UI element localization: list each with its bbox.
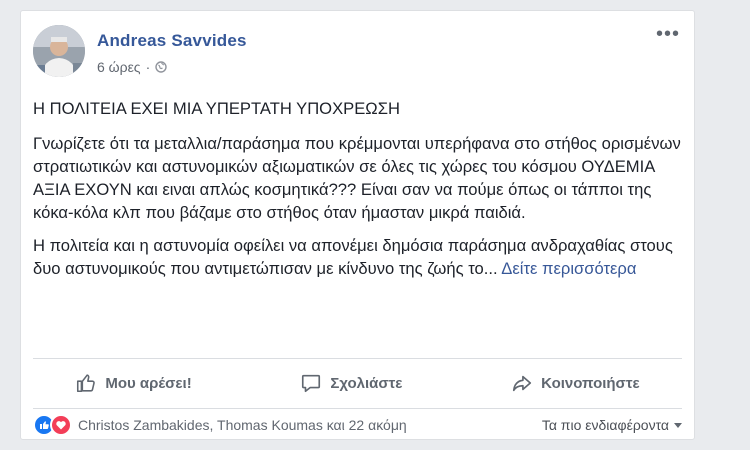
post-timestamp[interactable]: 6 ώρες — [97, 59, 141, 75]
reaction-icons[interactable] — [33, 414, 72, 436]
like-button-label: Μου αρέσει! — [105, 374, 192, 392]
divider — [33, 358, 682, 359]
more-options-icon[interactable]: ••• — [656, 24, 680, 44]
meta-separator: · — [145, 59, 151, 75]
post-actions: Μου αρέσει! Σχολιάστε Κοινοποιήστε — [21, 361, 694, 405]
post-title: Η ΠΟΛΙΤΕΙΑ ΕΧΕΙ ΜΙΑ ΥΠΕΡΤΑΤΗ ΥΠΟΧΡΕΩΣΗ — [33, 99, 400, 118]
divider — [33, 408, 682, 409]
caret-down-icon — [674, 422, 682, 428]
share-arrow-icon — [513, 375, 532, 392]
comment-sort-label: Τα πιο ενδιαφέροντα — [541, 417, 669, 433]
avatar[interactable] — [33, 25, 85, 77]
comment-button[interactable]: Σχολιάστε — [288, 366, 414, 400]
like-thumb-icon — [77, 374, 96, 393]
post-paragraph-1: Γνωρίζετε ότι τα μεταλλια/παράσημα που κ… — [33, 134, 681, 222]
author-name[interactable]: Andreas Savvides — [97, 31, 247, 51]
see-more-link[interactable]: Δείτε περισσότερα — [501, 259, 636, 278]
post-card: Andreas Savvides 6 ώρες · ••• Η ΠΟΛΙΤΕΙΑ… — [20, 10, 695, 440]
like-button[interactable]: Μου αρέσει! — [63, 366, 203, 400]
post-meta: 6 ώρες · — [97, 59, 167, 75]
post-paragraph-2: Η πολιτεία και η αστυνομία οφείλει να απ… — [33, 234, 683, 280]
share-button-label: Κοινοποιήστε — [541, 374, 640, 392]
comment-button-label: Σχολιάστε — [330, 374, 403, 392]
reactions-bar: Christos Zambakides, Thomas Koumas και 2… — [33, 411, 682, 439]
globe-icon[interactable] — [155, 61, 167, 73]
comment-icon — [302, 374, 321, 393]
post-body: Η ΠΟΛΙΤΕΙΑ ΕΧΕΙ ΜΙΑ ΥΠΕΡΤΑΤΗ ΥΠΟΧΡΕΩΣΗ Γ… — [33, 97, 683, 280]
avatar-photo — [33, 25, 85, 77]
share-button[interactable]: Κοινοποιήστε — [499, 366, 652, 400]
love-reaction-icon — [50, 414, 72, 436]
comment-sort-dropdown[interactable]: Τα πιο ενδιαφέροντα — [542, 417, 682, 433]
reaction-names[interactable]: Christos Zambakides, Thomas Koumas και 2… — [78, 417, 407, 433]
